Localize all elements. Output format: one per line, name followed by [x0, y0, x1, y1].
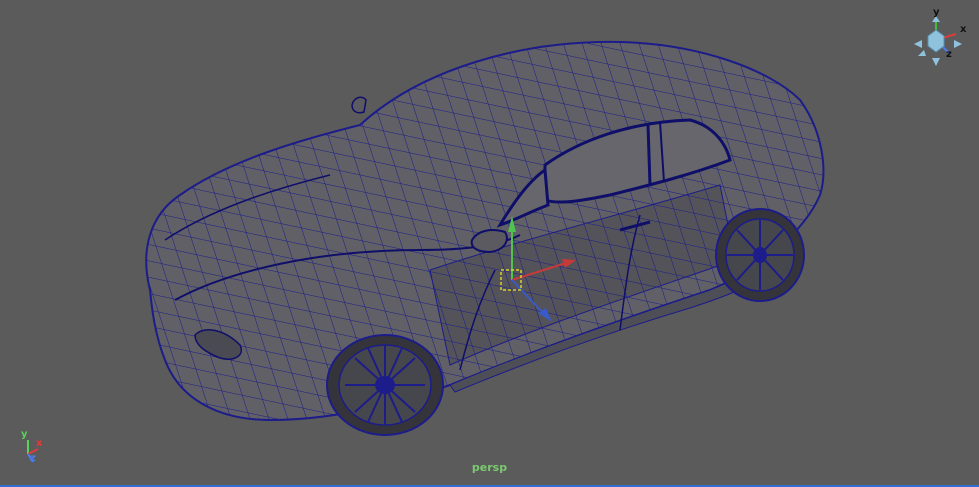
car-side-mirror: [470, 229, 508, 254]
view-cube-z-label: z: [946, 49, 952, 60]
view-cube-y-label: y: [933, 7, 940, 18]
view-cube-icon[interactable]: y x z: [910, 8, 972, 70]
rear-wheel: [715, 208, 805, 302]
view-cube-x-label: x: [960, 24, 967, 35]
axis-x-label: x: [36, 438, 43, 449]
view-cube-graphic: [914, 16, 962, 66]
front-wheel: [326, 334, 444, 436]
axis-y-label: y: [21, 429, 28, 440]
car-wireframe-icon[interactable]: [100, 0, 880, 460]
perspective-viewport[interactable]: y x z y x z persp: [0, 0, 979, 487]
scene-canvas[interactable]: [0, 0, 979, 485]
car-roof-nub: [351, 96, 367, 114]
camera-label: persp: [471, 461, 508, 474]
